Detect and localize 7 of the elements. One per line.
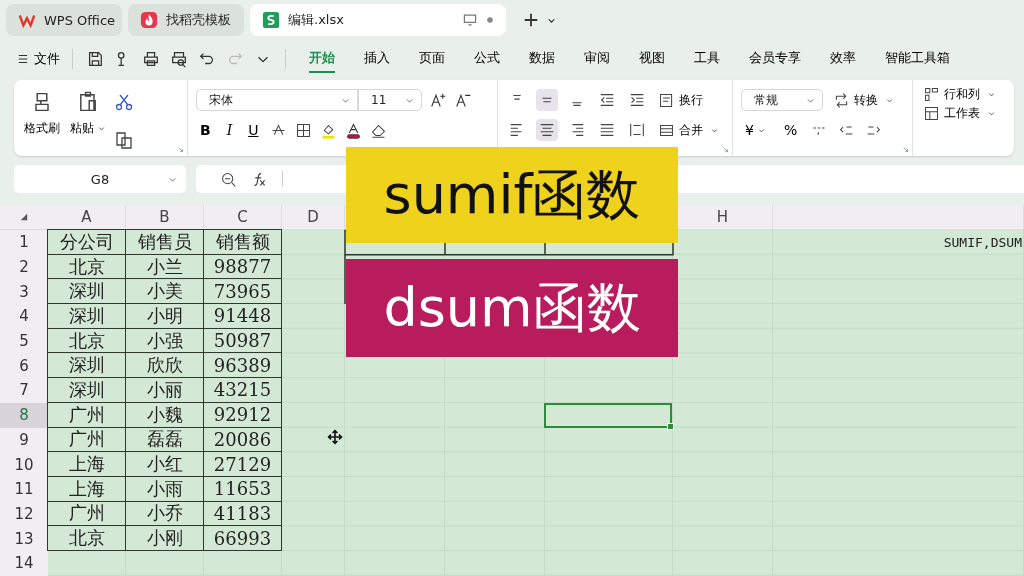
table-cell: 销售额: [203, 229, 282, 255]
caption-overlay: sumif函数: [346, 147, 678, 243]
table-cell: 66993: [203, 525, 282, 551]
table-cell: 北京: [47, 525, 126, 551]
caption-overlay: dsum函数: [346, 259, 678, 357]
table-cell-text: SUMIF,DSUM: [943, 233, 1023, 252]
table-cell: 分公司: [47, 229, 126, 255]
